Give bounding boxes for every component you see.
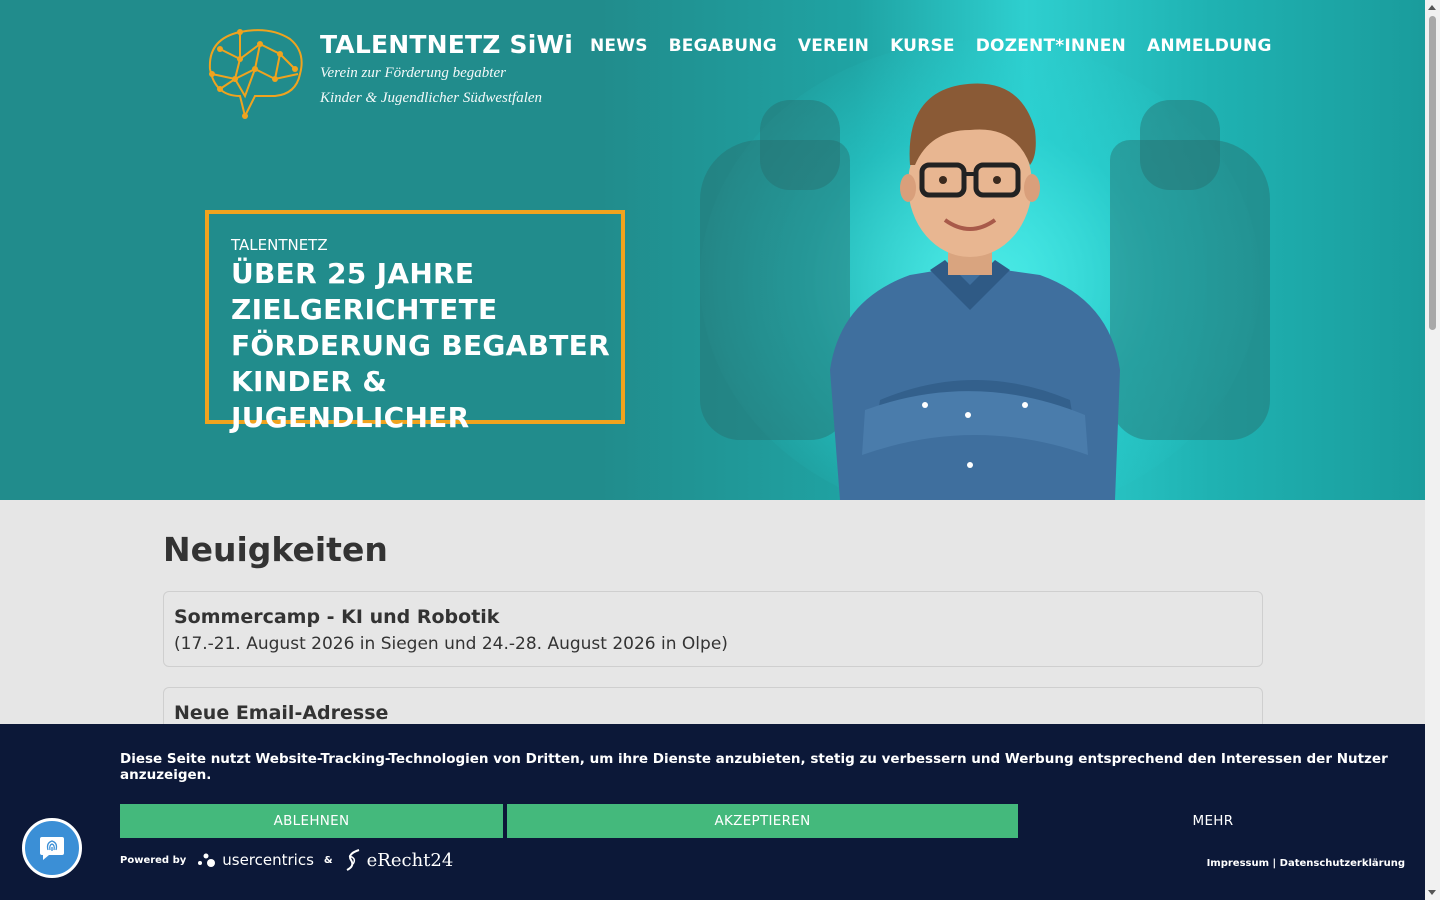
more-button[interactable]: MEHR — [1018, 804, 1408, 838]
hero-person-image — [830, 83, 1120, 500]
news-card[interactable]: Sommercamp - KI und Robotik (17.-21. Aug… — [163, 591, 1263, 667]
main-nav: NEWS BEGABUNG VEREIN KURSE DOZENT*INNEN … — [590, 36, 1272, 56]
nav-item-anmeldung[interactable]: ANMELDUNG — [1147, 36, 1272, 56]
cookie-text: Diese Seite nutzt Website-Tracking-Techn… — [120, 751, 1388, 783]
scroll-down-arrow[interactable] — [1428, 890, 1436, 895]
nav-item-dozentinnen[interactable]: DOZENT*INNEN — [976, 36, 1126, 56]
news-title: Neue Email-Adresse — [174, 702, 389, 724]
erecht24-logo: eRecht24 — [343, 848, 454, 872]
fingerprint-chat-icon — [40, 837, 64, 860]
ampersand: & — [323, 854, 333, 866]
usercentrics-logo-icon — [198, 853, 216, 867]
page-title: Neuigkeiten — [163, 530, 388, 569]
hero-headline-line: KINDER & JUGENDLICHER — [231, 365, 470, 434]
nav-item-kurse[interactable]: KURSE — [890, 36, 955, 56]
logo-title: TALENTNETZ SiWi — [320, 30, 574, 59]
powered-by: Powered by usercentrics & eRecht24 — [120, 848, 453, 872]
logo-subtitle-line-2: Kinder & Jugendlicher Südwestfalen — [320, 90, 543, 106]
hero-kicker: TALENTNETZ — [231, 236, 328, 254]
hero-headline-box: TALENTNETZ ÜBER 25 JAHRE ZIELGERICHTETE … — [205, 210, 625, 434]
hero-headline: ÜBER 25 JAHRE ZIELGERICHTETE FÖRDERUNG B… — [231, 256, 621, 436]
privacy-settings-button[interactable] — [22, 818, 82, 878]
impressum-link[interactable]: Impressum — [1207, 858, 1269, 869]
brain-logo-icon — [208, 29, 303, 119]
news-title: Sommercamp - KI und Robotik — [174, 606, 500, 628]
scroll-up-arrow[interactable] — [1428, 5, 1436, 10]
hero-banner: TALENTNETZ SiWi Verein zur Förderung beg… — [0, 0, 1425, 500]
scroll-thumb[interactable] — [1429, 16, 1436, 330]
erecht24-name: eRecht24 — [366, 849, 454, 871]
usercentrics-name: usercentrics — [222, 851, 314, 869]
accept-button[interactable]: AKZEPTIEREN — [507, 804, 1018, 838]
site-logo[interactable]: TALENTNETZ SiWi Verein zur Förderung beg… — [200, 24, 573, 120]
page-scrollbar[interactable] — [1425, 0, 1440, 900]
legal-separator: | — [1272, 858, 1277, 869]
nav-item-news[interactable]: NEWS — [590, 36, 648, 56]
erecht24-logo-icon — [346, 849, 359, 871]
news-subtitle: (17.-21. August 2026 in Siegen und 24.-2… — [174, 634, 728, 654]
nav-item-begabung[interactable]: BEGABUNG — [669, 36, 777, 56]
nav-item-verein[interactable]: VEREIN — [798, 36, 869, 56]
hero-headline-line: ÜBER 25 JAHRE — [231, 257, 475, 290]
legal-links: Impressum | Datenschutzerklärung — [1207, 858, 1405, 869]
usercentrics-logo: usercentrics — [196, 851, 314, 869]
privacy-policy-link[interactable]: Datenschutzerklärung — [1280, 858, 1405, 869]
shadow-fist-right — [1140, 100, 1220, 190]
hero-headline-line: FÖRDERUNG BEGABTER — [231, 329, 610, 362]
logo-subtitle-line-1: Verein zur Förderung begabter — [320, 65, 506, 81]
hero-headline-line: ZIELGERICHTETE — [231, 293, 498, 326]
powered-by-label: Powered by — [120, 854, 187, 866]
cookie-banner: Diese Seite nutzt Website-Tracking-Techn… — [0, 724, 1425, 900]
deny-button[interactable]: ABLEHNEN — [120, 804, 503, 838]
main-content: Neuigkeiten Sommercamp - KI und Robotik … — [163, 500, 1263, 739]
